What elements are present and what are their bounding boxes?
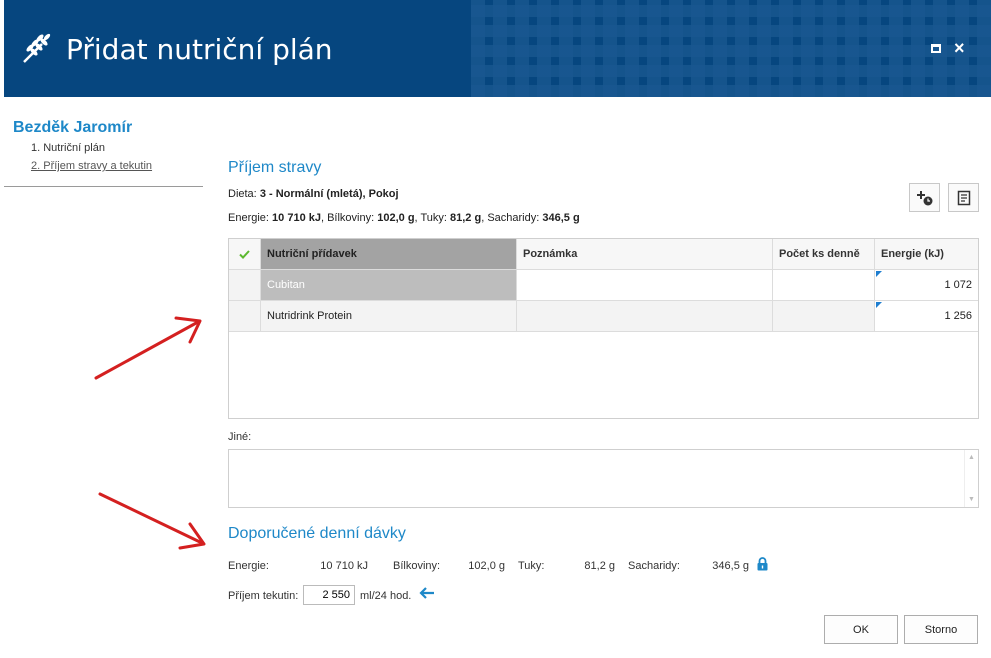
add-timed-item-button[interactable] [909, 183, 940, 212]
other-label: Jiné: [228, 431, 252, 443]
column-header-energy[interactable]: Energie (kJ) [875, 239, 978, 269]
other-textarea[interactable]: ▲ ▼ [228, 449, 979, 508]
rec-protein-value: 102,0 g [468, 560, 505, 572]
section-title-intake: Příjem stravy [228, 159, 322, 176]
fat-label: , Tuky: [414, 212, 447, 224]
notes-button[interactable] [948, 183, 979, 212]
arrow-left-icon[interactable] [418, 585, 436, 601]
column-header-supplement[interactable]: Nutriční přídavek [261, 239, 517, 269]
cell-count[interactable] [773, 301, 875, 331]
patient-name: Bezděk Jaromír [13, 119, 133, 136]
row-selector[interactable] [229, 270, 261, 300]
edit-indicator-icon [876, 302, 882, 308]
column-header-note[interactable]: Poznámka [517, 239, 773, 269]
rec-energy-label: Energie: [228, 560, 269, 572]
fat-value: 81,2 g [450, 212, 482, 224]
fluid-intake-input[interactable] [303, 585, 355, 605]
grid-header: Nutriční přídavek Poznámka Počet ks denn… [229, 239, 978, 270]
lock-icon[interactable] [757, 557, 768, 571]
fluid-intake-unit: ml/24 hod. [360, 590, 412, 602]
rec-fat-value: 81,2 g [584, 560, 615, 572]
carbs-label: , Sacharidy: [481, 212, 540, 224]
carbs-value: 346,5 g [542, 212, 580, 224]
window-title: Přidat nutriční plán [66, 33, 333, 66]
diet-line: Dieta: 3 - Normální (mletá), Pokoj [228, 188, 399, 200]
rec-fat-label: Tuky: [518, 560, 545, 572]
supplements-grid[interactable]: Nutriční přídavek Poznámka Počet ks denn… [228, 238, 979, 419]
ok-button[interactable]: OK [824, 615, 898, 644]
close-icon[interactable]: × [954, 38, 965, 58]
section-title-recommended: Doporučené denní dávky [228, 525, 406, 542]
rec-protein-label: Bílkoviny: [393, 560, 441, 572]
rec-carbs-value: 346,5 g [712, 560, 749, 572]
cell-supplement[interactable]: Cubitan [261, 270, 517, 300]
energy-label: Energie: [228, 212, 269, 224]
cell-note[interactable] [517, 270, 773, 300]
row-selector[interactable] [229, 301, 261, 331]
edit-indicator-icon [876, 271, 882, 277]
nutrition-summary: Energie: 10 710 kJ, Bílkoviny: 102,0 g, … [228, 212, 580, 224]
nav-step-nutrition-plan[interactable]: 1. Nutriční plán [31, 142, 105, 154]
rec-energy-value: 10 710 kJ [320, 560, 368, 572]
protein-label: , Bílkoviny: [320, 212, 375, 224]
scroll-down-icon[interactable]: ▼ [968, 496, 975, 503]
scroll-up-icon[interactable]: ▲ [968, 454, 975, 461]
textarea-scrollbar[interactable]: ▲ ▼ [964, 450, 978, 507]
cell-energy[interactable]: 1 072 [875, 270, 978, 300]
protein-value: 102,0 g [377, 212, 415, 224]
cell-supplement[interactable]: Nutridrink Protein [261, 301, 517, 331]
energy-value: 10 710 kJ [272, 212, 321, 224]
cell-energy-value: 1 072 [944, 279, 972, 291]
rec-carbs-label: Sacharidy: [628, 560, 680, 572]
title-bar-pattern [471, 0, 991, 97]
title-bar: Přidat nutriční plán × [4, 0, 991, 97]
wheat-logo-icon [23, 33, 51, 63]
add-clock-icon [916, 190, 932, 205]
annotation-arrow-icon [98, 492, 206, 550]
fluid-intake-label: Příjem tekutin: [228, 590, 299, 602]
table-row[interactable]: Cubitan 1 072 [229, 270, 978, 301]
cell-energy-value: 1 256 [944, 310, 972, 322]
diet-value: 3 - Normální (mletá), Pokoj [259, 188, 399, 200]
nav-divider [4, 186, 203, 187]
cancel-button[interactable]: Storno [904, 615, 978, 644]
note-icon [957, 190, 970, 205]
cell-count[interactable] [773, 270, 875, 300]
diet-label: Dieta: [228, 188, 257, 200]
cell-note[interactable] [517, 301, 773, 331]
table-row[interactable]: Nutridrink Protein 1 256 [229, 301, 978, 332]
nav-step-food-intake[interactable]: 2. Příjem stravy a tekutin [31, 160, 152, 172]
maximize-icon[interactable] [931, 44, 941, 53]
annotation-arrow-icon [94, 316, 202, 380]
cell-energy[interactable]: 1 256 [875, 301, 978, 331]
column-header-count[interactable]: Počet ks denně [773, 239, 875, 269]
select-all-check-icon[interactable] [229, 239, 261, 269]
